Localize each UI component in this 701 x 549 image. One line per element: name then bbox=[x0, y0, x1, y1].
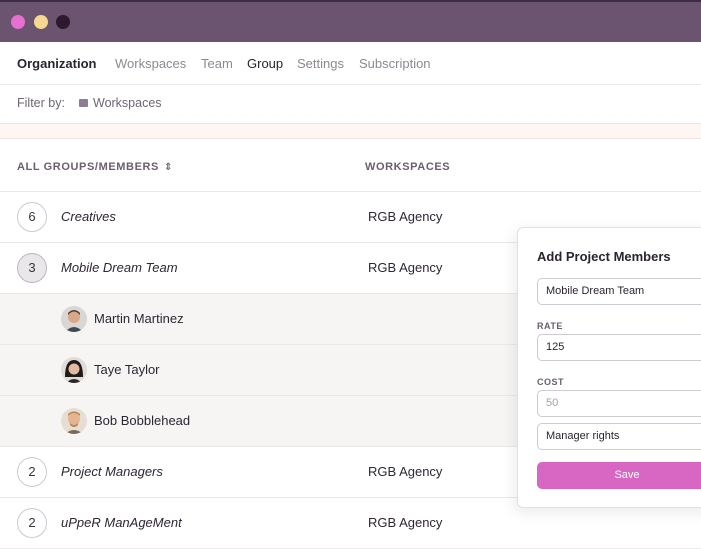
member-count-badge: 3 bbox=[17, 253, 47, 283]
nav-workspaces[interactable]: Workspaces bbox=[115, 56, 186, 71]
divider-strip bbox=[0, 123, 701, 139]
filter-chip-label: Workspaces bbox=[93, 96, 162, 110]
avatar bbox=[61, 306, 87, 332]
group-name: uPpeR ManAgeMent bbox=[61, 515, 182, 530]
workspace-name: RGB Agency bbox=[368, 515, 443, 530]
close-window-button[interactable] bbox=[11, 15, 25, 29]
group-select[interactable]: Mobile Dream Team bbox=[537, 278, 701, 305]
nav-group[interactable]: Group bbox=[247, 56, 283, 71]
table-header: ALL GROUPS/MEMBERS ⇕ WORKSPACES bbox=[0, 139, 701, 192]
nav-team[interactable]: Team bbox=[201, 56, 233, 71]
member-count-badge: 2 bbox=[17, 508, 47, 538]
group-name: Creatives bbox=[61, 209, 116, 224]
column-header-groups[interactable]: ALL GROUPS/MEMBERS ⇕ bbox=[17, 161, 173, 173]
briefcase-icon bbox=[79, 99, 88, 107]
top-nav: Organization Workspaces Team Group Setti… bbox=[0, 42, 701, 85]
minimize-window-button[interactable] bbox=[34, 15, 48, 29]
member-count-badge: 2 bbox=[17, 457, 47, 487]
add-project-members-panel: Add Project Members Mobile Dream Team RA… bbox=[517, 227, 701, 508]
member-count-badge: 6 bbox=[17, 202, 47, 232]
nav-subscription[interactable]: Subscription bbox=[359, 56, 431, 71]
member-name: Taye Taylor bbox=[94, 362, 160, 377]
column-header-workspaces: WORKSPACES bbox=[365, 161, 451, 173]
member-name: Martin Martinez bbox=[94, 311, 184, 326]
panel-title: Add Project Members bbox=[537, 249, 671, 264]
rate-input[interactable]: 125 bbox=[537, 334, 701, 361]
column-header-groups-label: ALL GROUPS/MEMBERS bbox=[17, 161, 159, 173]
filter-label: Filter by: bbox=[17, 96, 65, 110]
save-button[interactable]: Save bbox=[537, 462, 701, 489]
nav-settings[interactable]: Settings bbox=[297, 56, 344, 71]
rights-select[interactable]: Manager rights bbox=[537, 423, 701, 450]
cost-input[interactable]: 50 bbox=[537, 390, 701, 417]
workspace-name: RGB Agency bbox=[368, 260, 443, 275]
group-name: Mobile Dream Team bbox=[61, 260, 178, 275]
workspace-name: RGB Agency bbox=[368, 209, 443, 224]
nav-organization[interactable]: Organization bbox=[17, 56, 96, 71]
rate-label: RATE bbox=[537, 321, 563, 331]
filter-bar: Filter by: Workspaces bbox=[0, 85, 701, 123]
maximize-window-button[interactable] bbox=[56, 15, 70, 29]
window-titlebar bbox=[0, 0, 701, 42]
filter-workspaces-chip[interactable]: Workspaces bbox=[79, 96, 162, 110]
cost-label: COST bbox=[537, 377, 565, 387]
sort-updown-icon[interactable]: ⇕ bbox=[164, 162, 173, 173]
member-name: Bob Bobblehead bbox=[94, 413, 191, 428]
avatar bbox=[61, 357, 87, 383]
avatar bbox=[61, 408, 87, 434]
group-name: Project Managers bbox=[61, 464, 163, 479]
workspace-name: RGB Agency bbox=[368, 464, 443, 479]
